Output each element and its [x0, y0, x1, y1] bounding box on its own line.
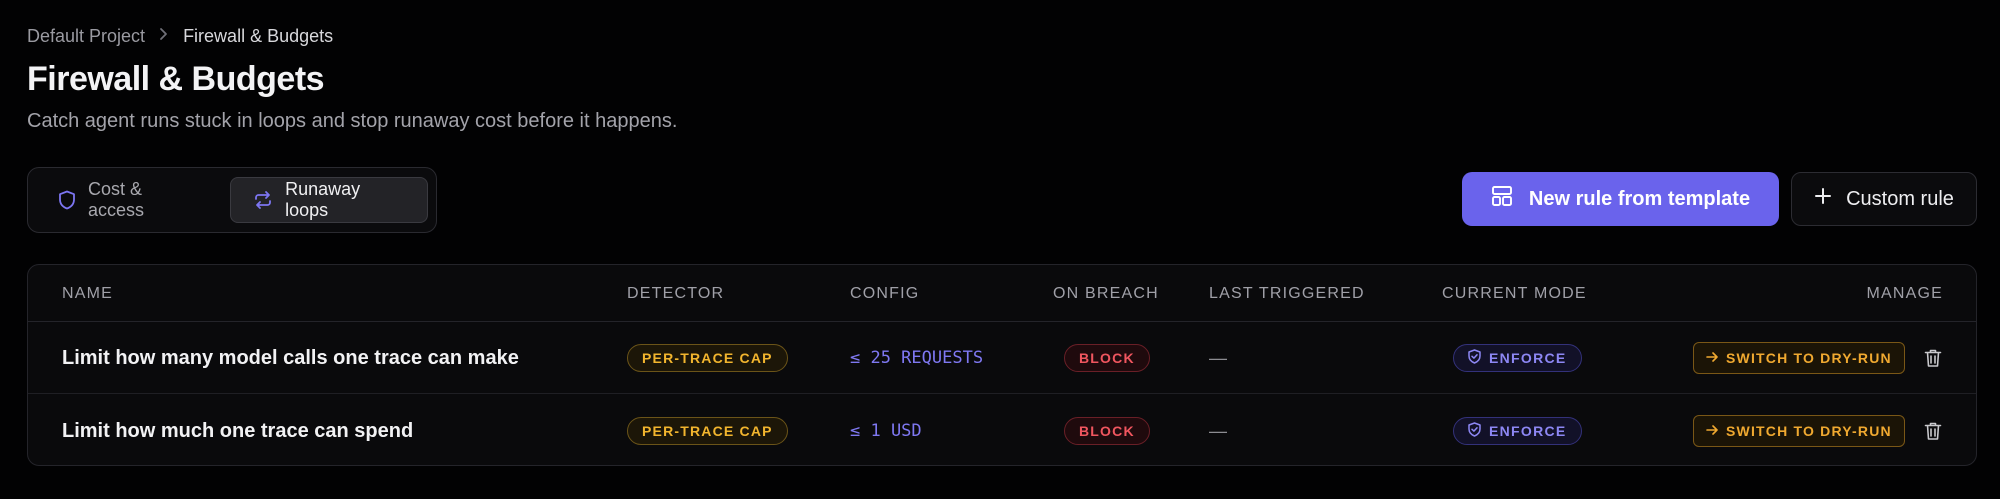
column-header-on-breach: ON BREACH — [1053, 285, 1159, 302]
detector-badge: PER-TRACE CAP — [627, 344, 788, 372]
template-icon — [1491, 185, 1513, 213]
config-value: ≤ 25 REQUESTS — [850, 348, 984, 368]
column-header-current-mode: CURRENT MODE — [1442, 285, 1587, 302]
chevron-right-icon — [159, 27, 169, 46]
switch-to-dry-run-button[interactable]: SWITCH TO DRY-RUN — [1693, 342, 1905, 374]
rule-name[interactable]: Limit how much one trace can spend — [62, 420, 413, 443]
new-rule-from-template-button[interactable]: New rule from template — [1462, 172, 1779, 226]
on-breach-badge: BLOCK — [1064, 344, 1150, 372]
button-label: New rule from template — [1528, 187, 1751, 210]
table-row: Limit how many model calls one trace can… — [28, 322, 1976, 394]
breadcrumb-root[interactable]: Default Project — [27, 26, 145, 47]
tab-label: Runaway loops — [285, 179, 361, 220]
button-label: SWITCH TO DRY-RUN — [1726, 350, 1892, 366]
table-header: NAME DETECTOR CONFIG ON BREACH LAST TRIG… — [28, 265, 1976, 322]
button-label: SWITCH TO DRY-RUN — [1726, 423, 1892, 439]
switch-to-dry-run-button[interactable]: SWITCH TO DRY-RUN — [1693, 415, 1905, 447]
last-triggered-value: — — [1209, 347, 1227, 368]
config-value: ≤ 1 USD — [850, 421, 922, 441]
column-header-config: CONFIG — [850, 285, 920, 302]
plus-icon — [1814, 187, 1832, 211]
mode-badge: ENFORCE — [1453, 344, 1582, 372]
shield-check-icon — [1468, 349, 1481, 367]
page-subtitle: Catch agent runs stuck in loops and stop… — [27, 110, 678, 132]
rules-table: NAME DETECTOR CONFIG ON BREACH LAST TRIG… — [27, 264, 1977, 466]
page: Default Project Firewall & Budgets Firew… — [0, 0, 2000, 499]
page-title: Firewall & Budgets — [27, 60, 325, 98]
column-header-last-triggered: LAST TRIGGERED — [1209, 285, 1365, 302]
column-header-manage: MANAGE — [1866, 285, 1943, 302]
custom-rule-button[interactable]: Custom rule — [1791, 172, 1977, 226]
rule-name[interactable]: Limit how many model calls one trace can… — [62, 347, 519, 370]
mode-label: ENFORCE — [1489, 423, 1567, 439]
rule-category-tabs: Cost & access Runaway loops — [27, 167, 437, 233]
repeat-icon — [253, 190, 273, 210]
button-label: Custom rule — [1846, 187, 1954, 210]
detector-badge: PER-TRACE CAP — [627, 417, 788, 445]
mode-label: ENFORCE — [1489, 350, 1567, 366]
shield-check-icon — [1468, 422, 1481, 440]
tab-cost-access[interactable]: Cost & access — [36, 177, 222, 223]
mode-badge: ENFORCE — [1453, 417, 1582, 445]
column-header-detector: DETECTOR — [627, 285, 725, 302]
shield-icon — [58, 190, 76, 210]
column-header-name: NAME — [62, 285, 114, 302]
arrow-right-icon — [1706, 423, 1718, 439]
breadcrumb: Default Project Firewall & Budgets — [27, 26, 333, 47]
on-breach-badge: BLOCK — [1064, 417, 1150, 445]
table-row: Limit how much one trace can spend PER-T… — [28, 395, 1976, 465]
tab-label: Cost & access — [88, 179, 145, 220]
trash-icon[interactable] — [1919, 417, 1947, 445]
breadcrumb-current: Firewall & Budgets — [183, 26, 334, 46]
tab-runaway-loops[interactable]: Runaway loops — [230, 177, 428, 223]
trash-icon[interactable] — [1919, 344, 1947, 372]
last-triggered-value: — — [1209, 420, 1227, 441]
arrow-right-icon — [1706, 350, 1718, 366]
